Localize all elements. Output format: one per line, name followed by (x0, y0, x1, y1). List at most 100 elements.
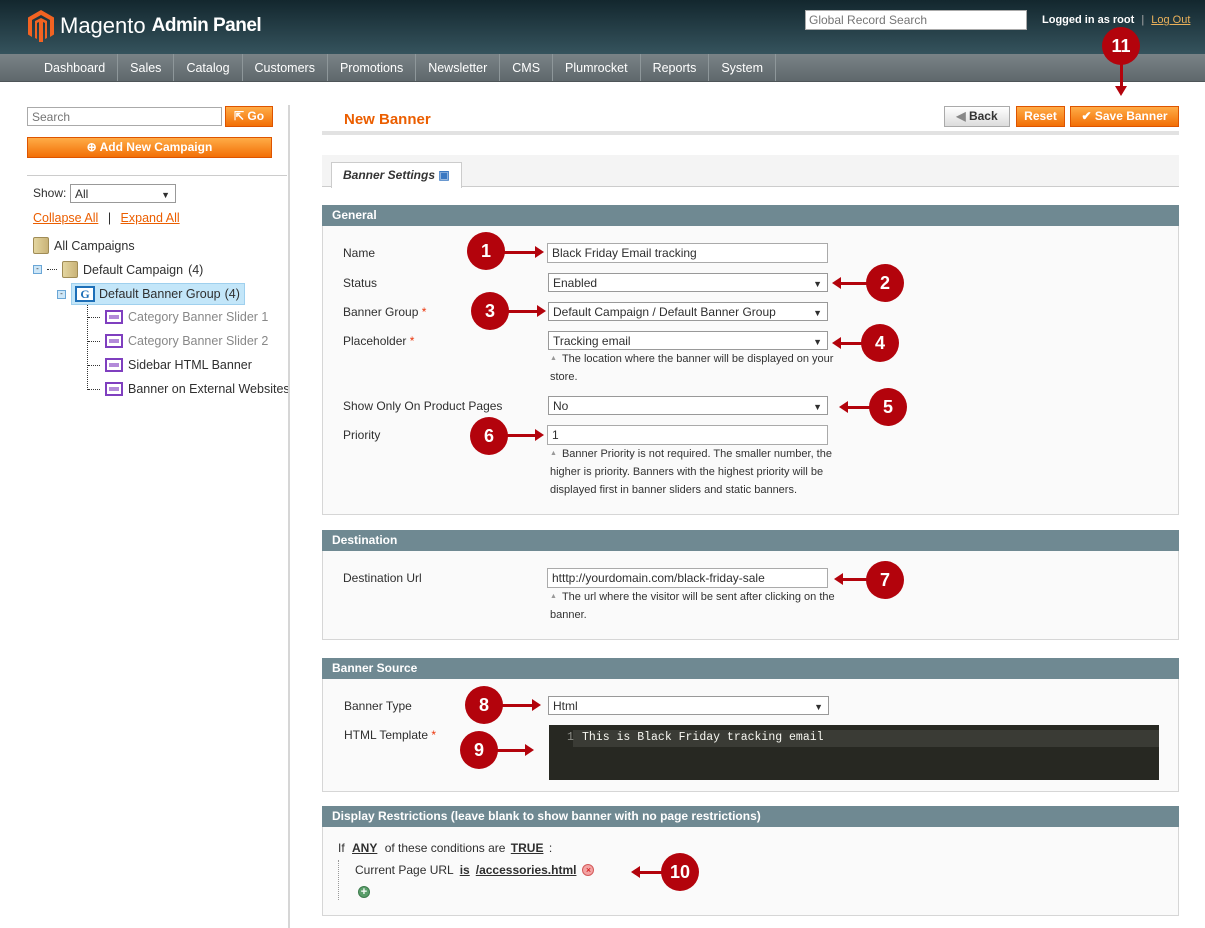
arrow-right-icon (501, 699, 541, 711)
arrow-left-icon (631, 866, 663, 878)
nav-sales[interactable]: Sales (118, 54, 175, 81)
destination-url-note: The url where the visitor will be sent a… (550, 588, 840, 624)
save-banner-button[interactable]: ✔ Save Banner (1070, 106, 1179, 127)
html-template-editor[interactable]: 1 This is Black Friday tracking email (549, 725, 1159, 780)
nav-cms[interactable]: CMS (500, 54, 554, 81)
destination-url-input[interactable]: htttp://yourdomain.com/black-friday-sale (547, 568, 828, 588)
tree-banner[interactable]: Category Banner Slider 2 (88, 334, 268, 348)
collapse-all-link[interactable]: Collapse All (33, 211, 98, 225)
marker-4: 4 (861, 324, 899, 362)
product-pages-select[interactable]: No (548, 396, 828, 415)
name-input[interactable]: Black Friday Email tracking (547, 243, 828, 263)
tree-all-campaigns[interactable]: All Campaigns (33, 237, 135, 254)
separator: | (1141, 14, 1145, 26)
show-select[interactable]: All (70, 184, 176, 203)
placeholder-select[interactable]: Tracking email (548, 331, 828, 350)
arrow-down-head (1115, 86, 1127, 96)
destination-header: Destination (322, 530, 1179, 551)
tree-banner[interactable]: Category Banner Slider 1 (88, 310, 268, 324)
main-nav: Dashboard Sales Catalog Customers Promot… (0, 54, 1205, 82)
tab-label: Banner Settings (343, 168, 436, 182)
arrow-right-icon (508, 305, 546, 317)
priority-label: Priority (343, 428, 381, 442)
tree-default-banner-group[interactable]: - G Default Banner Group (4) (57, 283, 245, 305)
back-label: Back (968, 109, 998, 123)
banner-icon (105, 382, 123, 396)
line-number: 1 (567, 731, 574, 744)
global-search-input[interactable] (805, 10, 1027, 30)
marker-5: 5 (869, 388, 907, 426)
separator: | (107, 211, 112, 225)
condition-operator[interactable]: is (460, 863, 470, 877)
marker-3: 3 (471, 292, 509, 330)
nav-customers[interactable]: Customers (243, 54, 328, 81)
tree-line (88, 364, 100, 366)
required-mark: * (431, 728, 437, 742)
collapse-icon[interactable]: - (57, 289, 66, 299)
banner-icon (105, 334, 123, 348)
arrow-right-icon (504, 246, 544, 258)
tree-default-campaign[interactable]: - Default Campaign (4) (33, 261, 203, 278)
placeholder-note: The location where the banner will be di… (550, 350, 840, 386)
remove-condition-icon[interactable]: × (582, 864, 595, 876)
value-true[interactable]: TRUE (511, 841, 544, 855)
banner-group-label: Banner Group * (343, 305, 426, 319)
login-info: Logged in as root | Log Out (1042, 14, 1190, 26)
nav-reports[interactable]: Reports (641, 54, 710, 81)
status-select[interactable]: Enabled (548, 273, 828, 292)
general-header: General (322, 205, 1179, 226)
condition-value[interactable]: /accessories.html (476, 863, 577, 877)
colon: : (548, 841, 553, 855)
nav-system[interactable]: System (709, 54, 777, 81)
show-label: Show: (33, 186, 67, 200)
nav-promotions[interactable]: Promotions (328, 54, 417, 81)
priority-input[interactable]: 1 (547, 425, 828, 445)
expand-all-link[interactable]: Expand All (121, 211, 180, 225)
folder-icon (62, 261, 78, 278)
collapse-icon[interactable]: - (33, 265, 42, 274)
condition-line (338, 860, 339, 900)
tab-banner-settings[interactable]: Banner Settings ▣ (331, 162, 462, 188)
nav-catalog[interactable]: Catalog (174, 54, 243, 81)
display-restrictions-header: Display Restrictions (leave blank to sho… (322, 806, 1179, 827)
aggregator-any[interactable]: ANY (352, 841, 377, 855)
arrow-right-icon (496, 744, 534, 756)
banner-type-select[interactable]: Html (548, 696, 829, 715)
banner-source-header: Banner Source (322, 658, 1179, 679)
logo[interactable]: Magento Admin Panel (28, 10, 262, 42)
tree-count: (4) (224, 287, 240, 301)
sidebar-search-input[interactable] (27, 107, 222, 126)
arrow-left-icon (832, 277, 868, 289)
back-icon: ◀ (956, 109, 969, 123)
plus-circle-icon: ⊕ (86, 140, 100, 154)
name-label: Name (343, 246, 376, 260)
group-icon: G (75, 286, 95, 302)
save-label: Save Banner (1094, 109, 1168, 123)
label-text: Placeholder (343, 334, 407, 348)
back-button[interactable]: ◀ Back (944, 106, 1010, 127)
tree-label: Category Banner Slider 2 (128, 334, 269, 348)
reset-button[interactable]: Reset (1016, 106, 1065, 127)
tree-banner[interactable]: Sidebar HTML Banner (88, 358, 252, 372)
tree-banner[interactable]: Banner on External Websites (88, 382, 290, 396)
banner-group-select[interactable]: Default Campaign / Default Banner Group (548, 302, 828, 321)
nav-plumrocket[interactable]: Plumrocket (553, 54, 641, 81)
brand-sub: Admin Panel (151, 15, 262, 36)
add-campaign-button[interactable]: ⊕ Add New Campaign (27, 137, 272, 158)
html-template-label: HTML Template * (344, 728, 436, 742)
nav-newsletter[interactable]: Newsletter (416, 54, 501, 81)
logout-link[interactable]: Log Out (1151, 14, 1190, 26)
tree-label: Banner on External Websites (128, 382, 290, 396)
sidebar-divider (288, 105, 290, 928)
arrow-left-icon (834, 573, 868, 585)
add-campaign-label: Add New Campaign (99, 140, 213, 154)
nav-dashboard[interactable]: Dashboard (32, 54, 119, 81)
go-icon: ⇱ (233, 109, 248, 123)
folder-icon (33, 237, 49, 254)
required-mark: * (421, 305, 427, 319)
code-text: This is Black Friday tracking email (582, 731, 824, 744)
add-condition-icon[interactable]: + (358, 886, 370, 898)
if-text: If (338, 841, 345, 855)
condition-attribute: Current Page URL (355, 863, 454, 877)
go-button[interactable]: ⇱ Go (225, 106, 273, 127)
